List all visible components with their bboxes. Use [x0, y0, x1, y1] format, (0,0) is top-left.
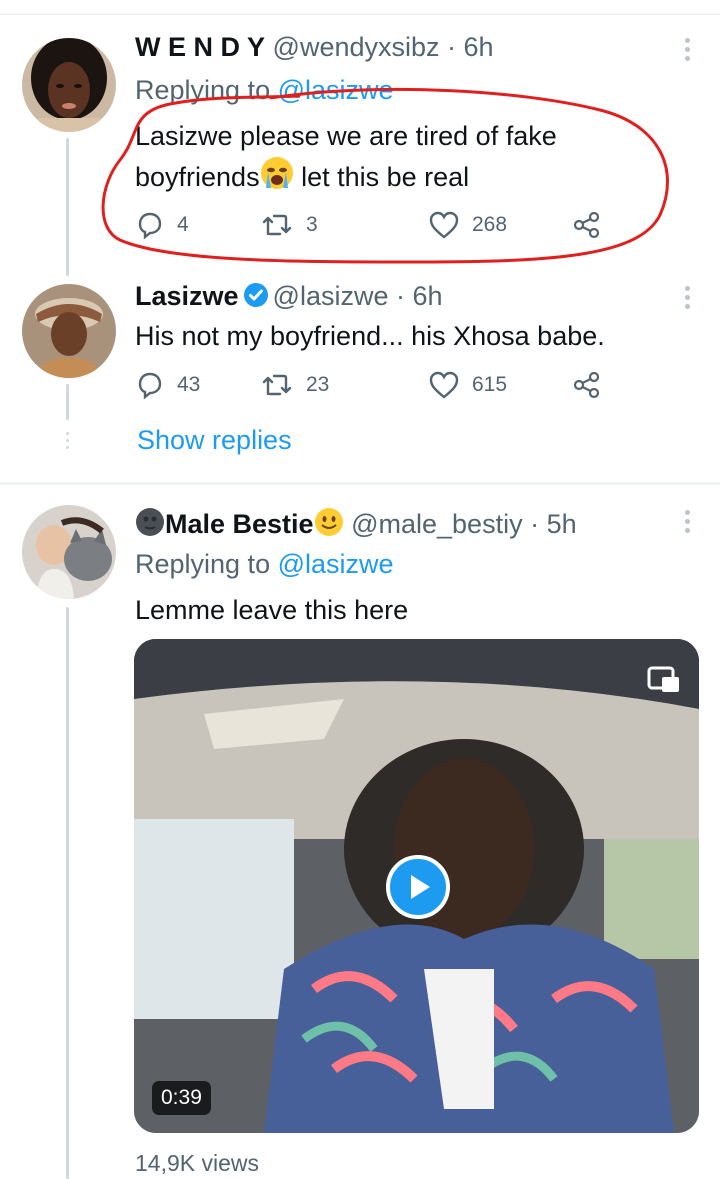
- video-duration: 0:39: [152, 1081, 211, 1115]
- more-icon[interactable]: [684, 286, 690, 309]
- replying-to: Replying to @lasizwe: [135, 549, 394, 580]
- video-player[interactable]: 0:39: [134, 639, 699, 1133]
- tweet-author[interactable]: Male Bestie @male_bestiy · 5h: [135, 507, 577, 544]
- share-icon: [573, 211, 600, 239]
- show-replies-link[interactable]: Show replies: [137, 425, 292, 456]
- reply-count: 43: [177, 373, 201, 396]
- reply-icon: [138, 212, 162, 240]
- tweet-author[interactable]: Lasizwe @lasizwe · 6h: [135, 281, 443, 315]
- tweet-text-line: boyfriends let this be real: [135, 156, 695, 201]
- slightly-smiling-face-emoji-icon: [314, 507, 344, 544]
- replying-label: Replying to: [135, 75, 271, 105]
- retweet-button[interactable]: 3: [260, 210, 318, 240]
- more-icon[interactable]: [684, 38, 690, 61]
- tweet-text-line: Lasizwe please we are tired of fake: [135, 121, 557, 151]
- user-handle[interactable]: @male_bestiy: [351, 509, 522, 539]
- retweet-icon: [262, 374, 292, 396]
- play-icon: [411, 875, 430, 899]
- new-moon-face-emoji-icon: [135, 507, 165, 544]
- retweet-count: 3: [306, 213, 318, 236]
- like-icon: [429, 371, 459, 399]
- replying-to: Replying to @lasizwe: [135, 75, 394, 106]
- play-button[interactable]: [386, 855, 450, 919]
- thread-line: [66, 384, 69, 420]
- tweet-text: Lasizwe please we are tired of fake boyf…: [135, 116, 695, 201]
- retweet-count: 23: [306, 373, 330, 396]
- like-button[interactable]: 615: [428, 370, 507, 400]
- top-divider: [0, 14, 720, 15]
- thread-gap-dots: [66, 432, 69, 449]
- display-name[interactable]: Male Bestie: [165, 509, 314, 539]
- verified-badge-icon: [243, 282, 269, 315]
- share-button[interactable]: [572, 370, 602, 400]
- loudly-crying-face-emoji-icon: [260, 156, 294, 201]
- more-icon[interactable]: [684, 510, 690, 533]
- tweet-text-fragment: boyfriends: [135, 162, 260, 192]
- timestamp[interactable]: · 6h: [396, 281, 443, 311]
- replying-label: Replying to: [135, 549, 271, 579]
- tweet-text: Lemme leave this here: [135, 595, 409, 625]
- picture-in-picture-icon[interactable]: [647, 665, 681, 700]
- thread-line: [66, 138, 69, 276]
- timestamp[interactable]: · 5h: [530, 509, 577, 539]
- like-count: 268: [472, 213, 508, 236]
- user-handle[interactable]: @lasizwe: [273, 281, 389, 311]
- reply-button[interactable]: 4: [135, 210, 189, 240]
- retweet-icon: [262, 214, 292, 236]
- reply-count: 4: [177, 213, 189, 236]
- tweet-actions: 4 3 268: [135, 210, 615, 250]
- view-count: 14,9K views: [135, 1150, 260, 1176]
- like-count: 615: [472, 373, 508, 396]
- avatar-wendy[interactable]: [22, 38, 116, 132]
- retweet-button[interactable]: 23: [260, 370, 329, 400]
- reply-button[interactable]: 43: [135, 370, 200, 400]
- avatar-male-bestie[interactable]: [22, 505, 116, 599]
- avatar-lasizwe[interactable]: [22, 284, 116, 378]
- like-button[interactable]: 268: [428, 210, 507, 240]
- tweet-text: His not my boyfriend... his Xhosa babe.: [135, 321, 605, 351]
- tweet-actions: 43 23 615: [135, 370, 615, 410]
- reply-icon: [138, 372, 162, 400]
- tweet-author[interactable]: W E N D Y @wendyxsibz · 6h: [135, 32, 494, 63]
- mention-link[interactable]: @lasizwe: [278, 75, 394, 105]
- thread-line: [66, 607, 69, 1179]
- like-icon: [429, 211, 459, 239]
- thread-divider: [0, 482, 720, 485]
- user-handle[interactable]: @wendyxsibz: [273, 32, 440, 62]
- display-name[interactable]: Lasizwe: [135, 281, 239, 311]
- mention-link[interactable]: @lasizwe: [278, 549, 394, 579]
- tweet-text-fragment: let this be real: [293, 162, 470, 192]
- share-button[interactable]: [572, 210, 602, 240]
- share-icon: [573, 371, 600, 399]
- display-name[interactable]: W E N D Y: [135, 32, 265, 62]
- timestamp[interactable]: · 6h: [447, 32, 494, 62]
